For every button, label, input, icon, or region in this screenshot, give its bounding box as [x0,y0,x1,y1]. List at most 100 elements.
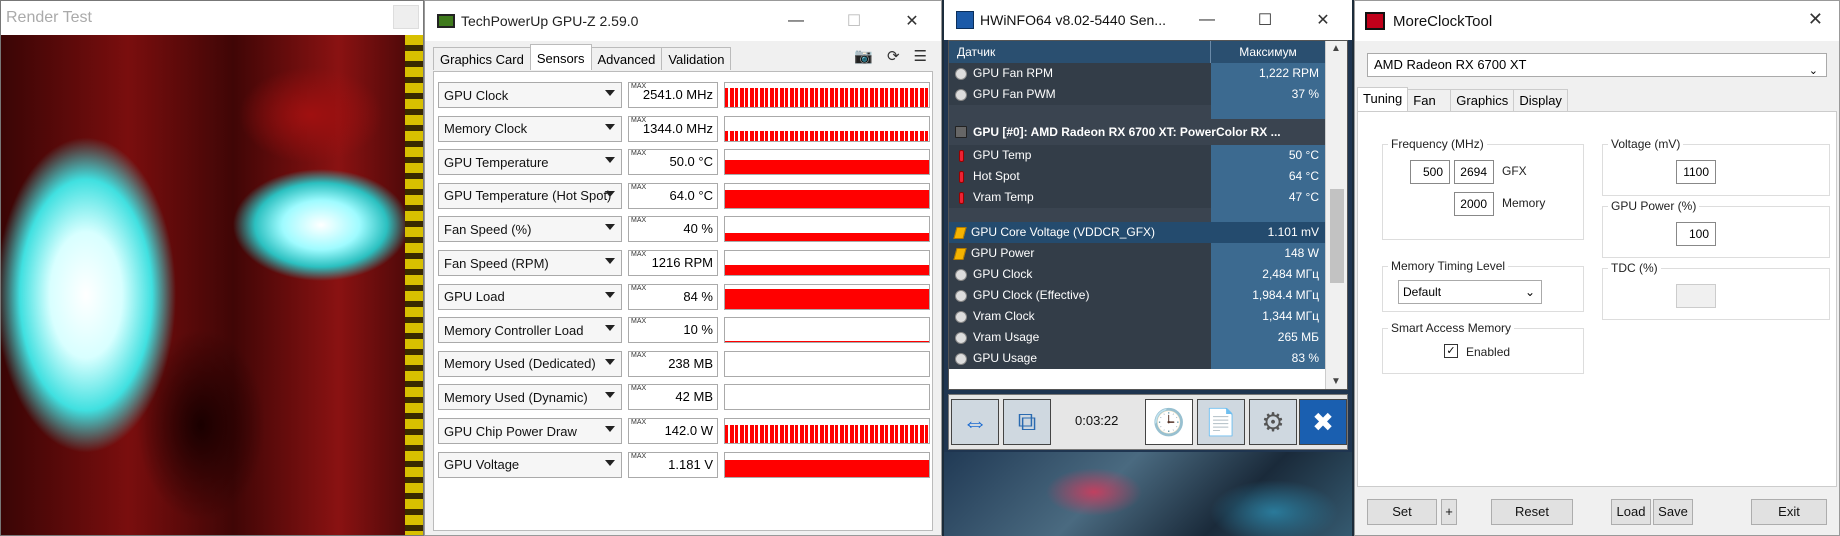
chevron-down-icon [605,224,615,231]
sensor-row: GPU Temperature MAX 50.0 °C [438,149,932,176]
clock-icon [955,352,967,365]
exit-button[interactable]: Exit [1751,499,1827,525]
power-input[interactable]: 100 [1676,222,1716,246]
save-button[interactable]: Save [1653,499,1693,525]
list-item[interactable]: GPU Temp 50 °C [949,145,1347,166]
graph-fill [725,87,929,107]
reset-button[interactable]: Reset [1491,499,1573,525]
refresh-icon[interactable]: ⟳ [887,47,900,65]
max-indicator: MAX [631,284,647,292]
sensor-group-header[interactable]: GPU [#0]: AMD Radeon RX 6700 XT: PowerCo… [949,119,1347,145]
title-bar[interactable]: TechPowerUp GPU-Z 2.59.0 — ☐ ✕ [425,1,941,41]
sensor-value-text: 50.0 °C [669,154,713,170]
report-button[interactable]: 📄 [1197,399,1245,445]
scroll-down-icon[interactable]: ▼ [1331,376,1341,387]
tab-graphics[interactable]: Graphics [1450,89,1515,111]
freq-max-input[interactable]: 2694 [1454,160,1494,184]
list-item[interactable]: Vram Usage 265 МБ [949,327,1347,348]
tab-fan[interactable]: Fan [1407,89,1452,111]
sensor-max-value: 37 % [1211,84,1325,105]
voltage-input[interactable]: 1100 [1676,160,1716,184]
sensor-name-select[interactable]: GPU Clock [438,82,622,108]
sensor-name-select[interactable]: GPU Temperature (Hot Spot) [438,182,622,209]
list-item[interactable]: GPU Power 148 W [949,243,1347,264]
tab-sensors[interactable]: Sensors [529,44,592,70]
sensor-name: Memory Clock [444,121,528,137]
minimize-button[interactable]: — [1178,0,1236,40]
device-select[interactable]: AMD Radeon RX 6700 XT ⌄ [1367,53,1827,77]
sensor-name-select[interactable]: GPU Voltage [438,451,622,478]
sensor-value-text: 142.0 W [664,423,713,438]
list-item[interactable]: Vram Temp 47 °C [949,187,1347,208]
chevron-down-icon [605,157,615,164]
close-button[interactable]: ✕ [1294,0,1352,40]
list-item[interactable]: GPU Core Voltage (VDDCR_GFX) 1.101 mV [949,222,1347,243]
sensor-name-select[interactable]: Fan Speed (RPM) [438,250,622,276]
sensor-name-select[interactable]: Memory Used (Dynamic) [438,384,622,411]
set-button[interactable]: Set [1367,499,1437,525]
tab-display[interactable]: Display [1513,89,1568,111]
sensor-name-select[interactable]: Memory Clock [438,115,622,142]
column-header-sensor[interactable]: Датчик [949,41,1211,63]
memory-timing-select[interactable]: Default ⌄ [1398,280,1542,304]
tab-tuning[interactable]: Tuning [1357,87,1409,111]
sam-checkbox[interactable]: ✓ [1444,344,1458,358]
window-title: MoreClockTool [1393,12,1493,30]
menu-icon[interactable]: ☰ [914,47,927,65]
list-item[interactable]: Vram Clock 1,344 МГц [949,306,1347,327]
list-item[interactable] [949,105,1347,119]
list-item[interactable]: GPU Fan PWM 37 % [949,84,1347,105]
close-sensors-button[interactable]: ✖ [1299,399,1347,445]
scroll-up-icon[interactable]: ▲ [1331,43,1341,54]
sensor-value-text: 1.181 V [668,456,713,472]
voltage-icon [953,226,967,239]
chevron-down-icon: ⌄ [1808,65,1818,77]
sensor-name-select[interactable]: GPU Temperature [438,149,622,176]
list-item[interactable]: GPU Fan RPM 1,222 RPM [949,63,1347,84]
list-item[interactable] [949,208,1347,222]
settings-button[interactable]: ⚙ [1249,399,1297,445]
sensor-name-select[interactable]: GPU Chip Power Draw [438,418,622,444]
clock-reset-button[interactable]: 🕒 [1145,399,1193,445]
clock-icon [955,310,967,323]
sensor-max-value: 2,484 МГц [1211,264,1325,285]
minimize-button[interactable]: — [767,1,825,41]
list-item[interactable]: GPU Usage 83 % [949,348,1347,369]
network-button[interactable]: ⧉ [1003,399,1051,445]
layout-toggle-button[interactable]: ⇔ [951,399,999,445]
device-select-value: AMD Radeon RX 6700 XT [1374,57,1527,72]
plus-button[interactable]: + [1441,499,1457,525]
close-button[interactable]: ✕ [1808,9,1823,30]
list-item[interactable]: GPU Clock 2,484 МГц [949,264,1347,285]
hwinfo-logo-icon [956,11,974,29]
tab-graphics-card[interactable]: Graphics Card [433,47,531,70]
maximize-button[interactable]: ☐ [825,1,883,41]
camera-icon[interactable]: 📷 [854,47,873,65]
list-item[interactable]: GPU Clock (Effective) 1,984.4 МГц [949,285,1347,306]
sensor-graph [724,82,930,108]
sensor-name-select[interactable]: GPU Load [438,283,622,310]
title-bar[interactable]: MoreClockTool ✕ [1355,1,1839,41]
close-button[interactable]: ✕ [883,1,941,41]
close-button[interactable] [393,5,419,29]
sensor-value: MAX 1344.0 MHz [628,115,718,142]
column-header-max[interactable]: Максимум [1211,41,1325,63]
sensor-graph [724,216,930,243]
vertical-scrollbar[interactable]: ▲ ▼ [1325,41,1347,389]
memory-freq-input[interactable]: 2000 [1454,192,1494,216]
maximize-button[interactable]: ☐ [1236,0,1294,40]
load-button[interactable]: Load [1611,499,1651,525]
list-item[interactable]: Hot Spot 64 °C [949,166,1347,187]
sensor-name-select[interactable]: Memory Controller Load [438,317,622,344]
render-edge-strip [405,35,423,535]
title-bar[interactable]: HWiNFO64 v8.02-5440 Sen... — ☐ ✕ [944,0,1352,40]
sensor-name-select[interactable]: Memory Used (Dedicated) [438,350,622,377]
title-bar[interactable]: Render Test [1,1,423,35]
scrollbar-thumb[interactable] [1330,189,1344,283]
sensor-name-select[interactable]: Fan Speed (%) [438,216,622,243]
tab-validation[interactable]: Validation [661,47,732,70]
sensor-max-value [1211,105,1325,119]
tab-advanced[interactable]: Advanced [590,47,663,70]
freq-min-input[interactable]: 500 [1410,160,1450,184]
fan-icon [955,67,967,80]
